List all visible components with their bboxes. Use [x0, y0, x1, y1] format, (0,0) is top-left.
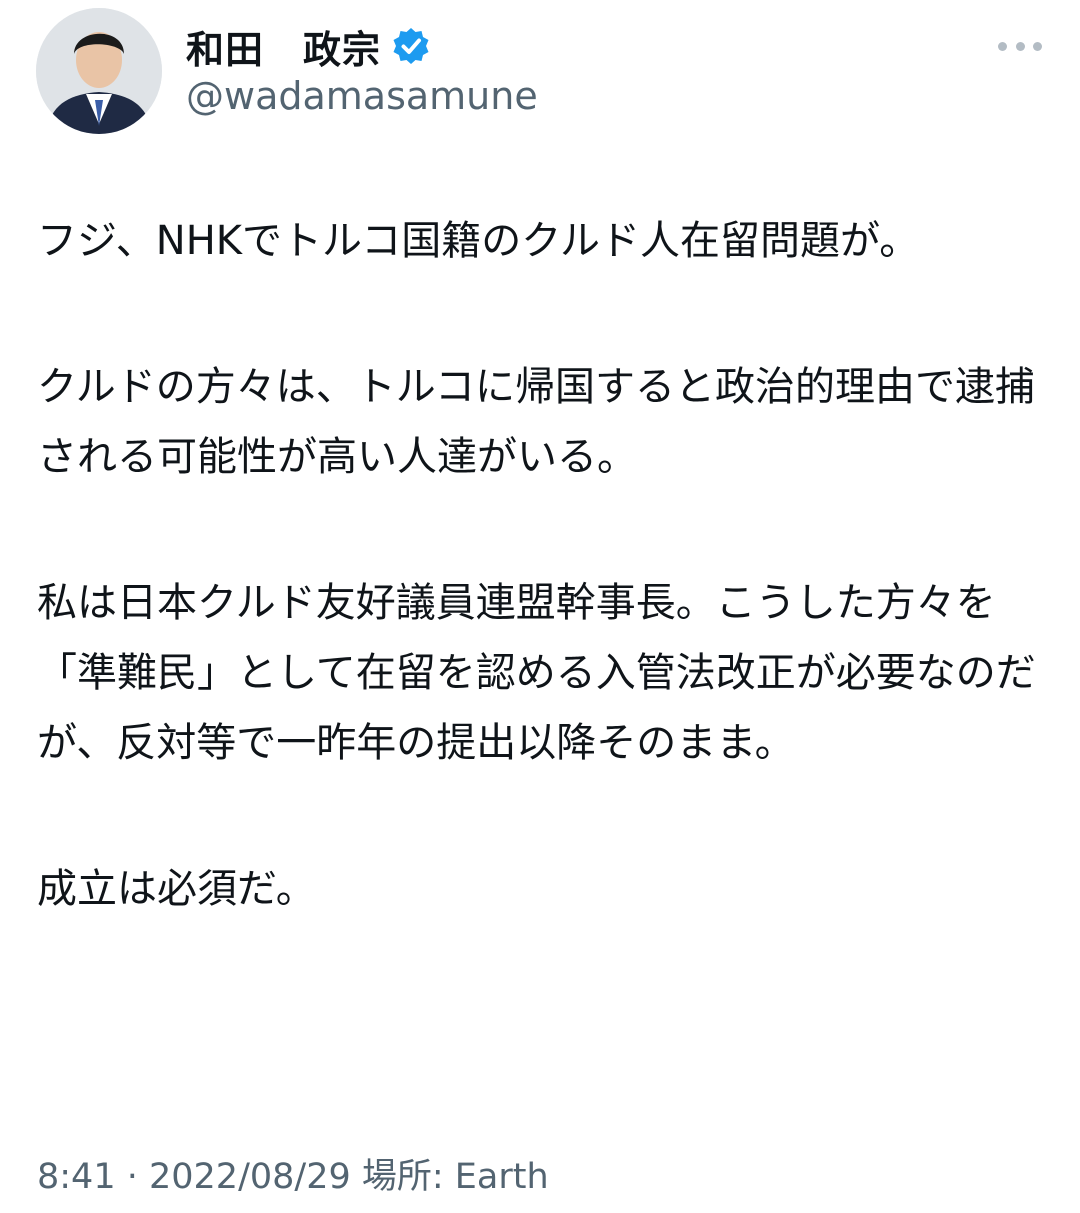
tweet-time[interactable]: 8:41: [37, 1157, 116, 1197]
tweet-text: フジ、NHKでトルコ国籍のクルド人在留問題が。 クルドの方々は、トルコに帰国する…: [37, 206, 1047, 924]
location-label: 場所:: [361, 1157, 455, 1197]
more-dots-icon: [998, 41, 1007, 51]
tweet-location[interactable]: Earth: [455, 1157, 549, 1197]
more-options-button[interactable]: [998, 32, 1042, 60]
verified-badge-icon: [393, 28, 429, 64]
more-dots-icon: [1033, 41, 1042, 51]
avatar-image: [36, 8, 162, 134]
display-name[interactable]: 和田 政宗: [186, 19, 381, 74]
tweet-paragraph: クルドの方々は、トルコに帰国すると政治的理由で逮捕される可能性が高い人達がいる。: [37, 364, 1035, 480]
tweet: 和田 政宗 @wadamasamune フジ、NHKでトルコ国籍のクルド人在留問…: [0, 0, 1080, 1213]
display-name-row: 和田 政宗: [186, 18, 431, 74]
tweet-date[interactable]: 2022/08/29: [149, 1157, 351, 1197]
tweet-paragraph: フジ、NHKでトルコ国籍のクルド人在留問題が。: [37, 218, 920, 264]
more-dots-icon: [1015, 41, 1025, 51]
user-handle[interactable]: @wadamasamune: [186, 74, 538, 118]
tweet-paragraph: 成立は必須だ。: [37, 866, 316, 912]
tweet-paragraph: 私は日本クルド友好議員連盟幹事長。こうした方々を「準難民」として在留を認める入管…: [37, 580, 1036, 766]
tweet-metadata: 8:41 · 2022/08/29 場所: Earth: [37, 1148, 549, 1199]
meta-separator: ·: [115, 1157, 149, 1197]
avatar[interactable]: [36, 8, 162, 134]
